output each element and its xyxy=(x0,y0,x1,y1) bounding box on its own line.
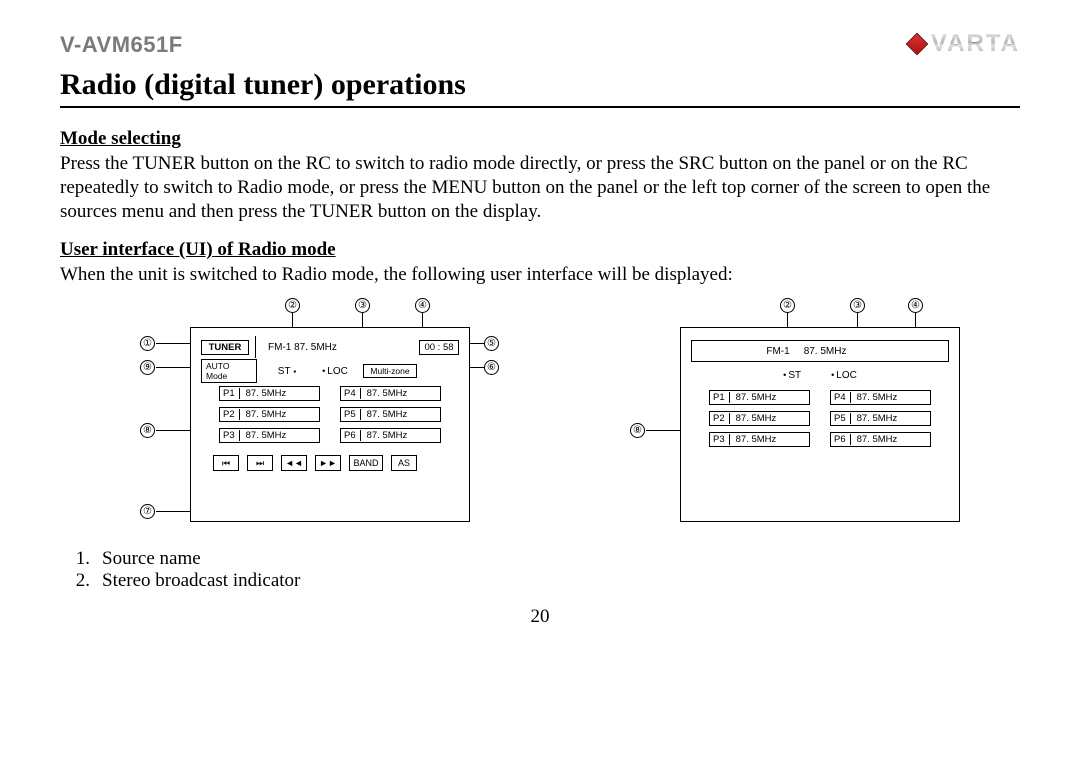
callout-8b: ⑧ xyxy=(630,423,645,438)
legend-1-text: Source name xyxy=(102,548,201,570)
clock: 00 : 58 xyxy=(419,340,459,355)
preset-b-p3: P387. 5MHz xyxy=(709,432,810,447)
freq-label: 87. 5MHz xyxy=(804,346,847,357)
tuner-label: TUNER xyxy=(201,340,249,355)
callout-3b: ③ xyxy=(850,298,865,313)
page-title: Radio (digital tuner) operations xyxy=(60,68,1020,102)
preset-b-p6: P687. 5MHz xyxy=(830,432,931,447)
model-number: V-AVM651F xyxy=(60,32,183,58)
band-button: BAND xyxy=(349,455,383,471)
brand-logo: VARTA xyxy=(909,30,1020,58)
auto-mode: AUTO Mode xyxy=(201,359,257,383)
paragraph-mode-selecting: Press the TUNER button on the RC to swit… xyxy=(60,152,1020,223)
radio-screen-simple: FM-1 87. 5MHz ST LOC P187. 5MHz P487. 5M… xyxy=(680,327,960,522)
page-number: 20 xyxy=(60,606,1020,628)
stereo-indicator: ST ▪ xyxy=(267,366,307,377)
diagram-left: ② ③ ④ ① ⑨ ⑧ ⑦ ⑤ ⑥ TUNER F xyxy=(140,297,520,528)
callout-8: ⑧ xyxy=(140,423,155,438)
callout-1: ① xyxy=(140,336,155,351)
callout-9: ⑨ xyxy=(140,360,155,375)
loc-indicator: LOC xyxy=(317,366,353,377)
section-heading-ui: User interface (UI) of Radio mode xyxy=(60,239,1020,261)
legend-1-num: 1. xyxy=(70,548,90,570)
preset-b-p1: P187. 5MHz xyxy=(709,390,810,405)
preset-b-p5: P587. 5MHz xyxy=(830,411,931,426)
legend-list: 1. Source name 2. Stereo broadcast indicat… xyxy=(70,548,1020,592)
paragraph-ui-intro: When the unit is switched to Radio mode,… xyxy=(60,263,1020,287)
callout-3: ③ xyxy=(355,298,370,313)
preset-grid: P187. 5MHz P487. 5MHz P287. 5MHz P587. 5… xyxy=(219,386,441,443)
loc-indicator-b: LOC xyxy=(831,370,857,381)
stereo-indicator-b: ST xyxy=(783,370,801,381)
callout-5: ⑤ xyxy=(484,336,499,351)
preset-p2: P287. 5MHz xyxy=(219,407,320,422)
title-rule xyxy=(60,106,1020,108)
current-band-freq: FM-1 87. 5MHz xyxy=(262,342,415,353)
next-track-icon: ⏭ xyxy=(247,455,273,471)
legend-2-text: Stereo broadcast indicator xyxy=(102,570,300,592)
preset-p1: P187. 5MHz xyxy=(219,386,320,401)
callout-4b: ④ xyxy=(908,298,923,313)
section-heading-mode: Mode selecting xyxy=(60,128,1020,150)
preset-grid-b: P187. 5MHz P487. 5MHz P287. 5MHz P587. 5… xyxy=(709,390,931,447)
callout-7: ⑦ xyxy=(140,504,155,519)
preset-p4: P487. 5MHz xyxy=(340,386,441,401)
as-button: AS xyxy=(391,455,417,471)
top-info-bar: FM-1 87. 5MHz xyxy=(691,340,949,362)
callout-4: ④ xyxy=(415,298,430,313)
diagram-right: ② ③ ④ ⑧ FM-1 87. 5MHz ST L xyxy=(630,297,970,528)
band-label: FM-1 xyxy=(766,346,789,357)
callout-2: ② xyxy=(285,298,300,313)
brand-name: VARTA xyxy=(931,30,1020,58)
preset-p5: P587. 5MHz xyxy=(340,407,441,422)
logo-diamond-icon xyxy=(906,33,929,56)
fast-forward-icon: ►► xyxy=(315,455,341,471)
legend-2-num: 2. xyxy=(70,570,90,592)
radio-screen-full: TUNER FM-1 87. 5MHz 00 : 58 AUTO Mode ST… xyxy=(190,327,470,522)
rewind-icon: ◄◄ xyxy=(281,455,307,471)
preset-b-p2: P287. 5MHz xyxy=(709,411,810,426)
callout-6: ⑥ xyxy=(484,360,499,375)
multizone: Multi-zone xyxy=(363,364,417,378)
prev-track-icon: ⏮ xyxy=(213,455,239,471)
preset-b-p4: P487. 5MHz xyxy=(830,390,931,405)
preset-p6: P687. 5MHz xyxy=(340,428,441,443)
callout-2b: ② xyxy=(780,298,795,313)
preset-p3: P387. 5MHz xyxy=(219,428,320,443)
control-buttons: ⏮ ⏭ ◄◄ ►► BAND AS xyxy=(201,455,459,471)
